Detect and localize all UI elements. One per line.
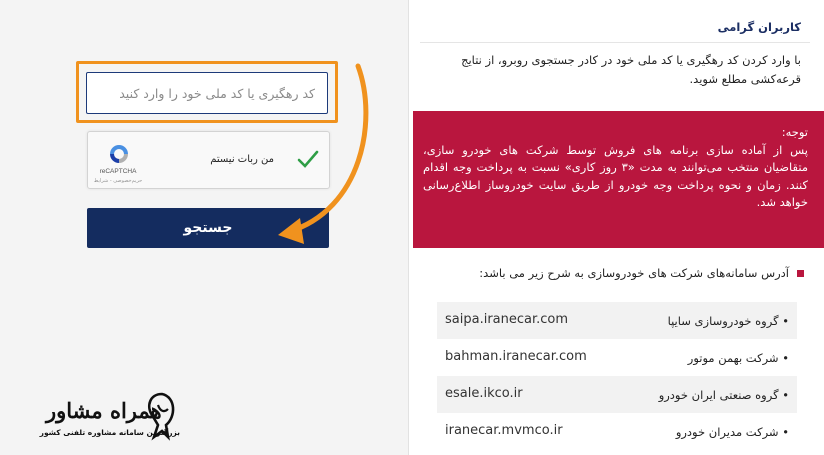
orange-arrow-icon: [278, 63, 369, 244]
greeting-text: با وارد کردن کد رهگیری یا کد ملی خود در …: [461, 53, 801, 86]
link-mvm[interactable]: iranecar.mvmco.ir: [445, 423, 563, 438]
company-name: • شرکت بهمن موتور: [687, 351, 789, 365]
watermark-title: همراه مشاور: [46, 398, 162, 423]
notice-body: پس از آماده سازی برنامه های فروش توسط شر…: [423, 142, 808, 210]
company-name: • شرکت مدیران خودرو: [675, 425, 789, 439]
notice-title: توجه:: [781, 125, 808, 139]
company-name: • گروه خودروسازی سایپا: [667, 314, 789, 328]
links-heading: آدرس سامانه‌های شرکت های خودروسازی به شر…: [424, 266, 804, 280]
watermark-subtitle: بزرگترین سامانه مشاوره تلفنی کشور: [39, 428, 180, 437]
links-heading-text: آدرس سامانه‌های شرکت های خودروسازی به شر…: [479, 266, 789, 280]
notice-box: توجه: پس از آماده سازی برنامه های فروش ت…: [413, 111, 824, 248]
list-item: esale.ikco.ir • گروه صنعتی ایران خودرو: [437, 376, 797, 413]
recaptcha-terms[interactable]: حریم‌خصوصی - شرایط: [88, 178, 148, 184]
list-item: saipa.iranecar.com • گروه خودروسازی سایپ…: [437, 302, 797, 339]
recaptcha-brand: reCAPTCHA: [99, 168, 137, 175]
recaptcha-logo-icon: [110, 145, 128, 163]
square-bullet-icon: [797, 270, 804, 277]
list-item: bahman.iranecar.com • شرکت بهمن موتور: [437, 339, 797, 376]
link-ikco[interactable]: esale.ikco.ir: [445, 386, 523, 401]
link-bahman[interactable]: bahman.iranecar.com: [445, 349, 587, 364]
divider: [420, 42, 810, 43]
link-saipa[interactable]: saipa.iranecar.com: [445, 312, 568, 327]
list-item: iranecar.mvmco.ir • شرکت مدیران خودرو: [437, 413, 797, 450]
company-name: • گروه صنعتی ایران خودرو: [658, 388, 789, 402]
greeting-title: کاربران گرامی: [717, 20, 801, 34]
